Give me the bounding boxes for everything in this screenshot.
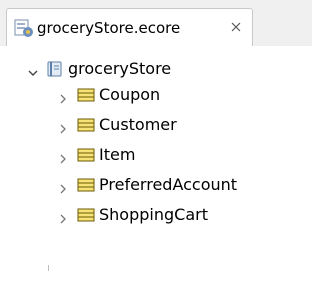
eclass-icon: [77, 206, 95, 228]
close-icon[interactable]: [229, 19, 243, 33]
tree-item-label: PreferredAccount: [99, 175, 238, 194]
eclass-icon: [77, 86, 95, 108]
chevron-down-icon[interactable]: [28, 63, 38, 76]
tree-item-item[interactable]: Item: [0, 143, 312, 167]
tree-item-coupon[interactable]: Coupon: [0, 83, 312, 107]
eclass-icon: [77, 176, 95, 198]
chevron-right-icon[interactable]: [58, 149, 68, 164]
package-icon: [46, 60, 64, 82]
editor-tab-grocerystore-ecore[interactable]: groceryStore.ecore: [6, 8, 253, 46]
tree-item-grocerystore[interactable]: groceryStore: [0, 57, 312, 81]
chevron-right-icon[interactable]: [58, 119, 68, 134]
tree-item-preferredaccount[interactable]: PreferredAccount: [0, 173, 312, 197]
tree-item-shoppingcart[interactable]: ShoppingCart: [0, 203, 312, 227]
eclass-icon: [77, 146, 95, 168]
tree-item-customer[interactable]: Customer: [0, 113, 312, 137]
ecore-file-icon: [13, 17, 37, 39]
editor-tab-bar: groceryStore.ecore: [0, 0, 312, 46]
chevron-right-icon[interactable]: [58, 179, 68, 194]
ecore-tree-view: groceryStore Coupon Customer Item Preferred…: [0, 46, 312, 284]
tree-item-label: Customer: [99, 115, 177, 134]
tree-item-label: groceryStore: [68, 59, 172, 78]
eclass-icon: [77, 116, 95, 138]
tab-title: groceryStore.ecore: [37, 19, 181, 37]
tree-item-label: ShoppingCart: [99, 205, 208, 224]
chevron-right-icon[interactable]: [58, 209, 68, 224]
tree-item-label: Coupon: [99, 85, 161, 104]
tree-item-label: Item: [99, 145, 136, 164]
mouse-cursor-mark: [48, 265, 49, 271]
chevron-right-icon[interactable]: [58, 89, 68, 104]
